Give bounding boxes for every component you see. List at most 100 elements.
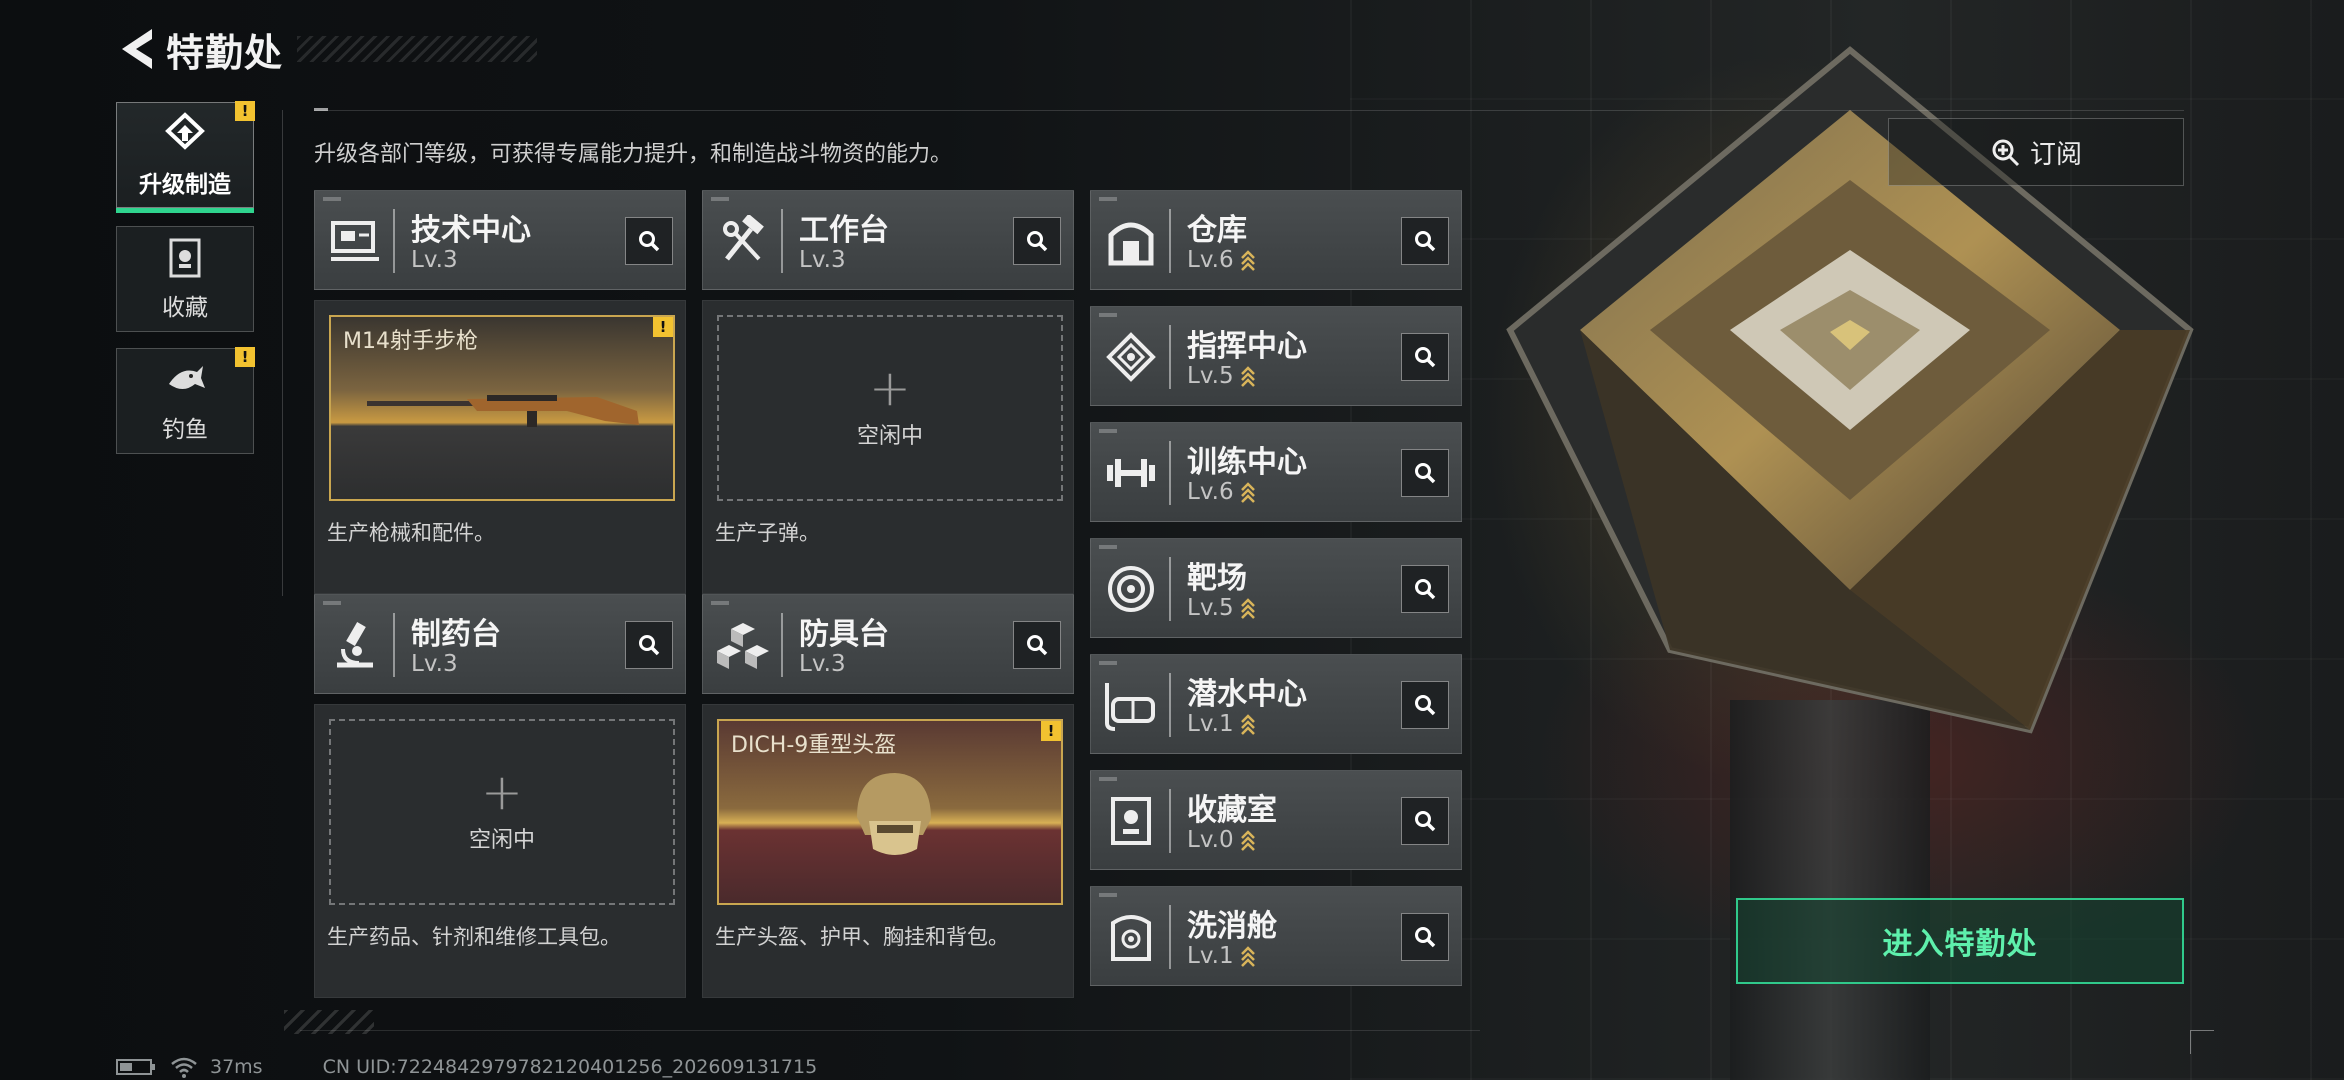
upgradable-chevron-icon bbox=[1240, 482, 1255, 503]
dept-description: 生产枪械和配件。 bbox=[327, 521, 495, 545]
hammer-wrench-icon bbox=[713, 211, 773, 271]
inspect-button[interactable] bbox=[625, 217, 673, 265]
search-icon bbox=[1415, 231, 1436, 252]
subscribe-button[interactable]: 订阅 bbox=[1888, 118, 2184, 186]
dept-description: 生产头盔、护甲、胸挂和背包。 bbox=[715, 925, 1009, 949]
search-icon bbox=[1415, 927, 1436, 948]
dept-row-diving[interactable]: 潜水中心 Lv.1 bbox=[1090, 654, 1462, 754]
back-arrow-icon bbox=[122, 29, 152, 69]
separator bbox=[1169, 673, 1171, 737]
header-tick bbox=[1099, 429, 1117, 433]
dept-level: Lv.5 bbox=[1187, 595, 1234, 621]
search-icon bbox=[639, 231, 660, 252]
dept-level: Lv.0 bbox=[1187, 827, 1234, 853]
dept-row-training[interactable]: 训练中心 Lv.6 bbox=[1090, 422, 1462, 522]
dept-name: 训练中心 bbox=[1187, 445, 1307, 480]
dept-card-armory: 防具台 Lv.3 DICH-9重型头盔 ! 生产头盔、护甲、胸挂和背包。 bbox=[702, 594, 1074, 998]
sidebar-item-fishing[interactable]: 钓鱼 ! bbox=[116, 347, 255, 454]
notification-badge: ! bbox=[653, 317, 673, 337]
slot-status: 空闲中 bbox=[856, 424, 923, 449]
collection-icon bbox=[169, 238, 201, 278]
header-tick bbox=[1099, 313, 1117, 317]
divider-mark bbox=[314, 108, 328, 111]
inspect-button[interactable] bbox=[1401, 449, 1449, 497]
production-slot-item[interactable]: M14射手步枪 ! bbox=[329, 315, 675, 501]
separator bbox=[1169, 557, 1171, 621]
production-slot-empty[interactable]: + 空闲中 bbox=[717, 315, 1063, 501]
separator bbox=[1169, 789, 1171, 853]
upgradable-chevron-icon bbox=[1240, 830, 1255, 851]
sidebar-item-collection[interactable]: 收藏 bbox=[116, 226, 254, 332]
dive-mask-icon bbox=[1101, 675, 1161, 735]
header-tick bbox=[1099, 893, 1117, 897]
dept-row-range[interactable]: 靶场 Lv.5 bbox=[1090, 538, 1462, 638]
inspect-button[interactable] bbox=[1401, 217, 1449, 265]
dept-row-command[interactable]: 指挥中心 Lv.5 bbox=[1090, 306, 1462, 406]
inspect-button[interactable] bbox=[1401, 797, 1449, 845]
dept-row-trophy-room[interactable]: 收藏室 Lv.0 bbox=[1090, 770, 1462, 870]
dept-card-body: + 空闲中 生产子弹。 bbox=[702, 300, 1074, 594]
target-icon bbox=[1101, 559, 1161, 619]
upgradable-chevron-icon bbox=[1240, 714, 1255, 735]
sidebar-item-upgrade[interactable]: 升级制造 ! bbox=[116, 101, 255, 213]
page-title: 特勤处 bbox=[166, 30, 284, 75]
inspect-button[interactable] bbox=[1013, 621, 1061, 669]
inspect-button[interactable] bbox=[1401, 913, 1449, 961]
enter-special-ops-button[interactable]: 进入特勤处 bbox=[1736, 898, 2184, 984]
separator bbox=[393, 209, 395, 273]
dept-name: 靶场 bbox=[1187, 561, 1247, 596]
dept-level-group: Lv.0 bbox=[1187, 827, 1256, 853]
decoration-stripes bbox=[284, 1010, 374, 1034]
inspect-button[interactable] bbox=[625, 621, 673, 669]
search-icon bbox=[1415, 695, 1436, 716]
inspect-button[interactable] bbox=[1401, 565, 1449, 613]
divider bbox=[300, 1030, 1480, 1031]
inspect-button[interactable] bbox=[1013, 217, 1061, 265]
dept-level-group: Lv.1 bbox=[1187, 943, 1256, 969]
search-icon bbox=[1415, 579, 1436, 600]
dept-card-header[interactable]: 工作台 Lv.3 bbox=[702, 190, 1074, 290]
decon-icon bbox=[1101, 907, 1161, 967]
upgradable-chevron-icon bbox=[1240, 946, 1255, 967]
dept-row-decontamination[interactable]: 洗消舱 Lv.1 bbox=[1090, 886, 1462, 986]
dept-level: Lv.3 bbox=[411, 247, 458, 273]
dept-level-group: Lv.5 bbox=[1187, 363, 1256, 389]
dept-level: Lv.6 bbox=[1187, 247, 1234, 273]
dept-name: 技术中心 bbox=[411, 213, 531, 248]
dept-name: 防具台 bbox=[799, 617, 889, 652]
inspect-button[interactable] bbox=[1401, 681, 1449, 729]
sidebar-item-label: 钓鱼 bbox=[162, 417, 208, 443]
armor-blocks-icon bbox=[713, 615, 773, 675]
dept-name: 仓库 bbox=[1187, 213, 1247, 248]
header-tick bbox=[323, 197, 341, 201]
dept-level-group: Lv.1 bbox=[1187, 711, 1256, 737]
inspect-button[interactable] bbox=[1401, 333, 1449, 381]
dept-level: Lv.1 bbox=[1187, 943, 1234, 969]
production-slot-empty[interactable]: + 空闲中 bbox=[329, 719, 675, 905]
header-tick bbox=[1099, 661, 1117, 665]
rifle-image bbox=[367, 395, 639, 427]
separator bbox=[781, 613, 783, 677]
dept-card-header[interactable]: 制药台 Lv.3 bbox=[314, 594, 686, 694]
status-bar: 37ms CN UID:7224842979782120401256_20260… bbox=[116, 1056, 817, 1078]
helmet-image bbox=[857, 773, 931, 855]
slot-status: 空闲中 bbox=[468, 828, 535, 853]
separator bbox=[1169, 905, 1171, 969]
dept-card-header[interactable]: 防具台 Lv.3 bbox=[702, 594, 1074, 694]
page-description: 升级各部门等级，可获得专属能力提升，和制造战斗物资的能力。 bbox=[314, 142, 953, 167]
search-icon bbox=[1027, 231, 1048, 252]
upgradable-chevron-icon bbox=[1240, 366, 1255, 387]
upgrade-icon bbox=[165, 112, 205, 150]
dept-card-header[interactable]: 技术中心 Lv.3 bbox=[314, 190, 686, 290]
upgradable-chevron-icon bbox=[1240, 250, 1255, 271]
wifi-icon bbox=[171, 1057, 197, 1078]
fish-icon bbox=[169, 366, 205, 389]
plus-icon: + bbox=[481, 763, 523, 821]
subscribe-icon bbox=[1992, 139, 2020, 167]
dept-name: 洗消舱 bbox=[1187, 909, 1277, 944]
back-button[interactable] bbox=[116, 24, 160, 74]
notification-badge: ! bbox=[1041, 721, 1061, 741]
item-name: DICH-9重型头盔 bbox=[731, 733, 897, 758]
dept-row-warehouse[interactable]: 仓库 Lv.6 bbox=[1090, 190, 1462, 290]
production-slot-item[interactable]: DICH-9重型头盔 ! bbox=[717, 719, 1063, 905]
